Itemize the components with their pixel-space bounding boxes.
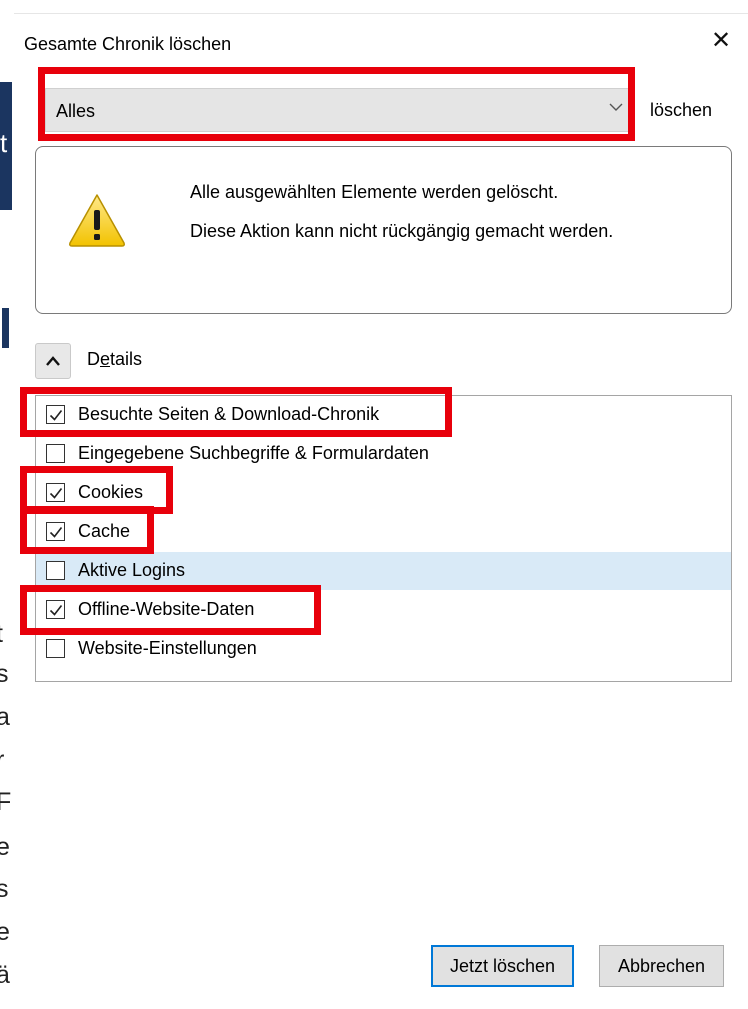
history-item-label: Offline-Website-Daten — [78, 599, 255, 619]
warning-box: Alle ausgewählten Elemente werden gelösc… — [35, 146, 732, 314]
history-item-label: Cache — [78, 521, 131, 541]
details-toggle-button[interactable] — [35, 343, 71, 379]
close-icon[interactable]: ✕ — [708, 28, 734, 54]
history-item-site-settings[interactable]: Website-Einstellungen — [36, 630, 731, 668]
check-icon — [49, 605, 63, 616]
details-label-accesskey: e — [100, 349, 111, 369]
background-text-fragment: F — [0, 788, 12, 816]
history-item-form-search[interactable]: Eingegebene Suchbegriffe & Formulardaten — [36, 435, 731, 473]
background-text-fragment: e — [0, 833, 10, 861]
history-item-browsing-downloads[interactable]: Besuchte Seiten & Download-Chronik — [36, 396, 731, 434]
chevron-up-icon — [46, 356, 60, 366]
history-items-list: Besuchte Seiten & Download-Chronik Einge… — [35, 395, 732, 682]
time-range-label: löschen — [650, 100, 713, 120]
history-item-label: Website-Einstellungen — [78, 638, 257, 658]
background-navy-block: t — [0, 82, 12, 210]
time-range-select[interactable]: Alles — [45, 88, 631, 132]
details-label-part: D — [87, 349, 100, 369]
warning-line-1: Alle ausgewählten Elemente werden gelösc… — [190, 182, 559, 202]
check-icon — [49, 488, 63, 499]
history-item-label: Besuchte Seiten & Download-Chronik — [78, 404, 380, 424]
background-page: t t s a r F e s e ä — [0, 0, 14, 1009]
details-label: Details — [87, 349, 142, 370]
clear-history-dialog: Gesamte Chronik löschen ✕ Alles löschen — [14, 13, 748, 1009]
background-text-fragment: t — [0, 128, 8, 158]
clear-now-button[interactable]: Jetzt löschen — [431, 945, 574, 987]
background-text-fragment: a — [0, 703, 10, 731]
history-item-label: Aktive Logins — [78, 560, 186, 580]
details-label-part: tails — [110, 349, 143, 369]
warning-icon — [69, 194, 125, 247]
history-item-cookies[interactable]: Cookies — [36, 474, 731, 512]
history-item-cache[interactable]: Cache — [36, 513, 731, 551]
background-text-fragment: r — [0, 746, 5, 774]
time-range-value: Alles — [56, 101, 96, 121]
checkbox[interactable] — [46, 522, 65, 541]
dialog-titlebar: Gesamte Chronik löschen ✕ — [14, 14, 748, 70]
history-item-label: Cookies — [78, 482, 144, 502]
history-item-label: Eingegebene Suchbegriffe & Formulardaten — [78, 443, 429, 463]
background-text-fragment: ä — [0, 961, 10, 989]
cancel-button[interactable]: Abbrechen — [599, 945, 724, 987]
checkbox[interactable] — [46, 483, 65, 502]
history-item-active-logins[interactable]: Aktive Logins — [36, 552, 731, 590]
chevron-down-icon — [609, 103, 623, 111]
background-text-fragment: e — [0, 918, 10, 946]
history-item-offline-data[interactable]: Offline-Website-Daten — [36, 591, 731, 629]
checkbox[interactable] — [46, 600, 65, 619]
background-text-fragment: s — [0, 660, 9, 688]
screenshot-stage: t t s a r F e s e ä Gesamte Chronik lösc… — [0, 0, 748, 1009]
checkbox[interactable] — [46, 561, 65, 580]
checkbox[interactable] — [46, 639, 65, 658]
warning-line-2: Diese Aktion kann nicht rückgängig gemac… — [190, 221, 614, 241]
background-text-fragment: t — [0, 622, 3, 647]
check-icon — [49, 410, 63, 421]
background-text-fragment: s — [0, 875, 9, 903]
background-bar — [2, 308, 9, 348]
checkbox[interactable] — [46, 405, 65, 424]
dialog-title: Gesamte Chronik löschen — [24, 34, 232, 54]
check-icon — [49, 527, 63, 538]
checkbox[interactable] — [46, 444, 65, 463]
